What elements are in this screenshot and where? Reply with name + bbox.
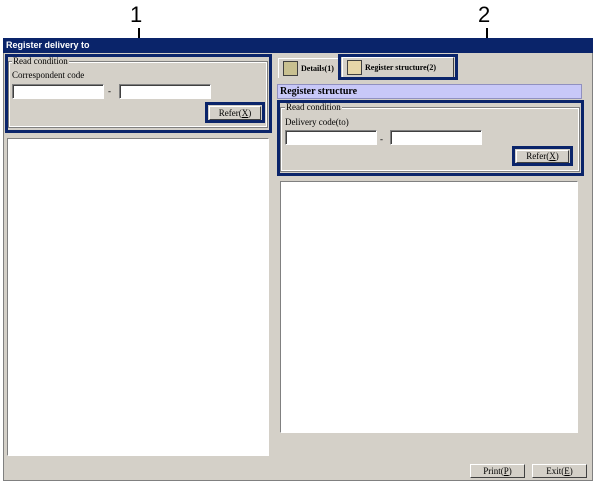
exit-button-suffix: ) [569, 466, 573, 476]
register-structure-list[interactable] [280, 181, 578, 433]
document-icon [283, 61, 298, 76]
range-separator-right: - [380, 134, 383, 144]
refer-button-label: Refer( [218, 108, 242, 118]
window-title: Register delivery to [3, 38, 593, 53]
refer-button-right-suffix: ) [555, 151, 559, 161]
delivery-code-label: Delivery code(to) [285, 117, 349, 127]
group-title: Read condition [12, 56, 69, 66]
register-icon [347, 60, 362, 75]
correspondent-code-to-input[interactable] [119, 84, 211, 99]
exit-button-label: Exit( [546, 466, 565, 476]
refer-button[interactable]: Refer(X) [209, 106, 261, 120]
tab-details[interactable]: Details(1) [278, 58, 340, 78]
delivery-code-to-input[interactable] [390, 130, 482, 145]
range-separator: - [108, 86, 111, 96]
print-button-label: Print( [483, 466, 504, 476]
exit-button[interactable]: Exit(E) [532, 464, 587, 478]
refer-button-suffix: ) [248, 108, 252, 118]
print-button[interactable]: Print(P) [470, 464, 525, 478]
refer-button-right-label: Refer( [526, 151, 550, 161]
correspondent-code-from-input[interactable] [12, 84, 104, 99]
callout-2: 2 [478, 2, 491, 27]
group-title-right: Read condition [285, 102, 342, 112]
refer-button-right[interactable]: Refer(X) [516, 150, 569, 163]
correspondent-list[interactable] [7, 138, 269, 456]
callout-1: 1 [130, 2, 143, 27]
tab-register-structure[interactable]: Register structure(2) [342, 57, 454, 77]
print-button-suffix: ) [508, 466, 512, 476]
tab-register-structure-label: Register structure(2) [365, 63, 437, 72]
delivery-code-from-input[interactable] [285, 130, 377, 145]
section-title: Register structure [277, 84, 582, 99]
correspondent-code-label: Correspondent code [12, 70, 85, 80]
tab-details-label: Details(1) [301, 64, 334, 73]
